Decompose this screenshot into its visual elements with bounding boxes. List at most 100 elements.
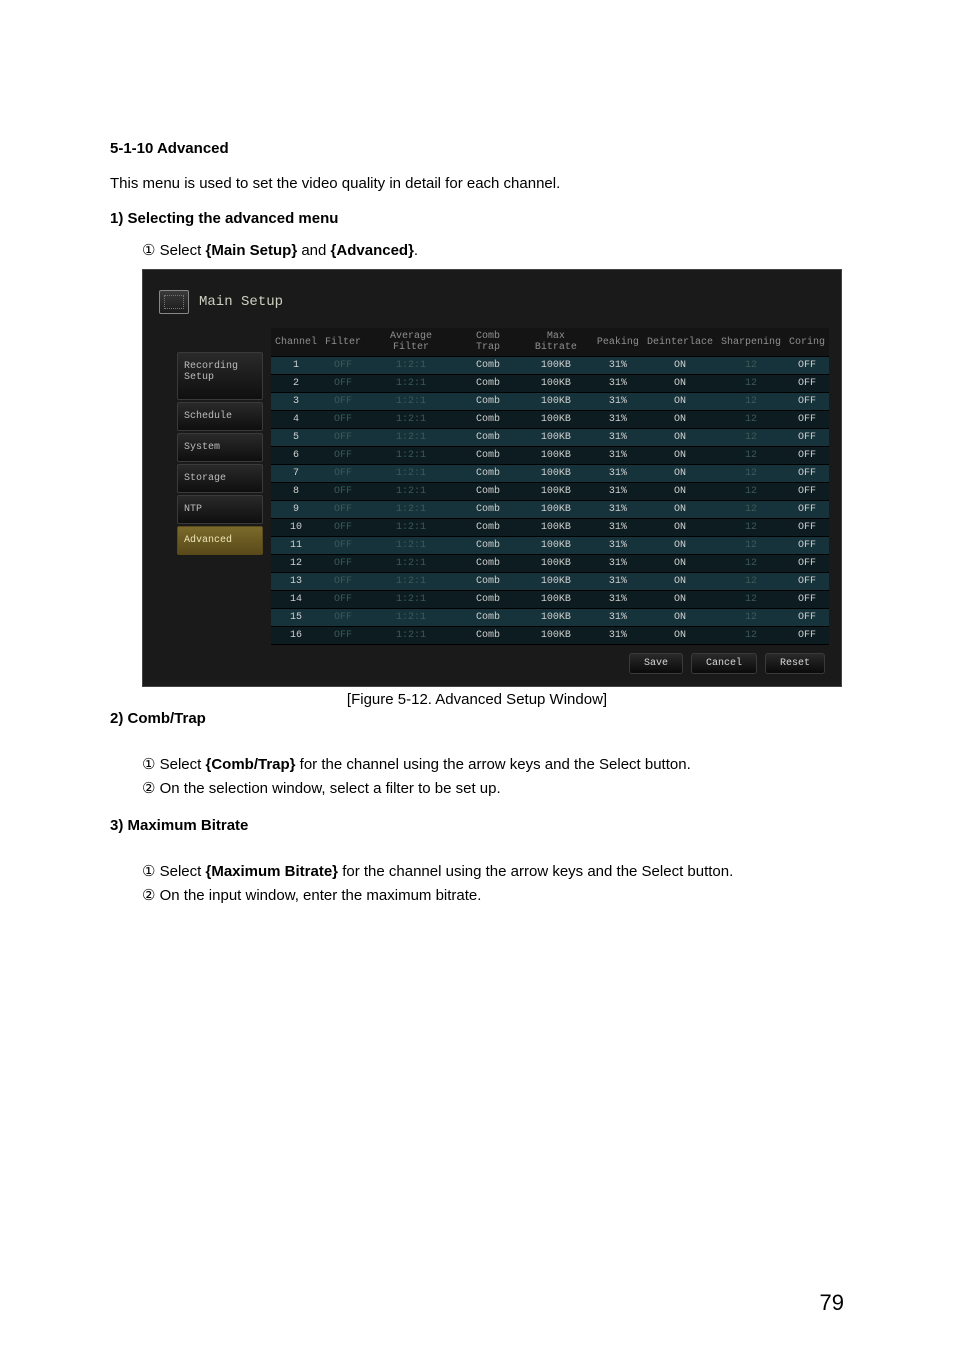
- cell-filter[interactable]: OFF: [321, 483, 365, 501]
- cell-peaking[interactable]: 31%: [593, 375, 643, 393]
- cell-filter[interactable]: OFF: [321, 465, 365, 483]
- cell-average-filter[interactable]: 1:2:1: [365, 357, 457, 375]
- cell-average-filter[interactable]: 1:2:1: [365, 609, 457, 627]
- save-button[interactable]: Save: [629, 653, 683, 674]
- cell-channel[interactable]: 16: [271, 627, 321, 645]
- cell-filter[interactable]: OFF: [321, 555, 365, 573]
- cell-average-filter[interactable]: 1:2:1: [365, 555, 457, 573]
- cell-max-bitrate[interactable]: 100KB: [519, 627, 593, 645]
- cell-average-filter[interactable]: 1:2:1: [365, 537, 457, 555]
- cell-peaking[interactable]: 31%: [593, 519, 643, 537]
- cell-deinterlace[interactable]: ON: [643, 429, 717, 447]
- cell-filter[interactable]: OFF: [321, 573, 365, 591]
- cell-peaking[interactable]: 31%: [593, 393, 643, 411]
- cell-peaking[interactable]: 31%: [593, 411, 643, 429]
- cell-channel[interactable]: 13: [271, 573, 321, 591]
- cell-filter[interactable]: OFF: [321, 357, 365, 375]
- cell-filter[interactable]: OFF: [321, 501, 365, 519]
- cell-max-bitrate[interactable]: 100KB: [519, 447, 593, 465]
- cell-filter[interactable]: OFF: [321, 627, 365, 645]
- cell-peaking[interactable]: 31%: [593, 447, 643, 465]
- cell-deinterlace[interactable]: ON: [643, 357, 717, 375]
- cell-coring[interactable]: OFF: [785, 591, 829, 609]
- cell-coring[interactable]: OFF: [785, 465, 829, 483]
- cell-comb-trap[interactable]: Comb: [457, 447, 519, 465]
- cell-peaking[interactable]: 31%: [593, 483, 643, 501]
- cell-filter[interactable]: OFF: [321, 393, 365, 411]
- cell-deinterlace[interactable]: ON: [643, 537, 717, 555]
- cell-comb-trap[interactable]: Comb: [457, 627, 519, 645]
- cell-average-filter[interactable]: 1:2:1: [365, 447, 457, 465]
- cell-average-filter[interactable]: 1:2:1: [365, 375, 457, 393]
- cell-coring[interactable]: OFF: [785, 573, 829, 591]
- cell-comb-trap[interactable]: Comb: [457, 465, 519, 483]
- cell-deinterlace[interactable]: ON: [643, 519, 717, 537]
- cell-deinterlace[interactable]: ON: [643, 573, 717, 591]
- cell-comb-trap[interactable]: Comb: [457, 411, 519, 429]
- cell-channel[interactable]: 1: [271, 357, 321, 375]
- cell-max-bitrate[interactable]: 100KB: [519, 591, 593, 609]
- cell-channel[interactable]: 11: [271, 537, 321, 555]
- cell-comb-trap[interactable]: Comb: [457, 537, 519, 555]
- cell-deinterlace[interactable]: ON: [643, 609, 717, 627]
- cell-max-bitrate[interactable]: 100KB: [519, 375, 593, 393]
- cell-channel[interactable]: 9: [271, 501, 321, 519]
- cell-average-filter[interactable]: 1:2:1: [365, 429, 457, 447]
- cell-channel[interactable]: 8: [271, 483, 321, 501]
- cell-sharpening[interactable]: 12: [717, 429, 785, 447]
- cell-max-bitrate[interactable]: 100KB: [519, 483, 593, 501]
- cell-sharpening[interactable]: 12: [717, 519, 785, 537]
- cell-filter[interactable]: OFF: [321, 537, 365, 555]
- cell-max-bitrate[interactable]: 100KB: [519, 573, 593, 591]
- tab-system[interactable]: System: [177, 433, 263, 462]
- cell-comb-trap[interactable]: Comb: [457, 375, 519, 393]
- cell-filter[interactable]: OFF: [321, 429, 365, 447]
- cell-coring[interactable]: OFF: [785, 555, 829, 573]
- cell-sharpening[interactable]: 12: [717, 609, 785, 627]
- cell-comb-trap[interactable]: Comb: [457, 573, 519, 591]
- cell-deinterlace[interactable]: ON: [643, 411, 717, 429]
- cell-coring[interactable]: OFF: [785, 519, 829, 537]
- cell-max-bitrate[interactable]: 100KB: [519, 465, 593, 483]
- cell-max-bitrate[interactable]: 100KB: [519, 537, 593, 555]
- cell-sharpening[interactable]: 12: [717, 411, 785, 429]
- cell-peaking[interactable]: 31%: [593, 591, 643, 609]
- cell-average-filter[interactable]: 1:2:1: [365, 573, 457, 591]
- tab-ntp[interactable]: NTP: [177, 495, 263, 524]
- cell-channel[interactable]: 7: [271, 465, 321, 483]
- cell-average-filter[interactable]: 1:2:1: [365, 627, 457, 645]
- cell-sharpening[interactable]: 12: [717, 537, 785, 555]
- cell-deinterlace[interactable]: ON: [643, 591, 717, 609]
- cell-max-bitrate[interactable]: 100KB: [519, 555, 593, 573]
- cell-sharpening[interactable]: 12: [717, 627, 785, 645]
- tab-storage[interactable]: Storage: [177, 464, 263, 493]
- cell-deinterlace[interactable]: ON: [643, 375, 717, 393]
- cell-coring[interactable]: OFF: [785, 447, 829, 465]
- cell-max-bitrate[interactable]: 100KB: [519, 609, 593, 627]
- cell-comb-trap[interactable]: Comb: [457, 501, 519, 519]
- cell-comb-trap[interactable]: Comb: [457, 609, 519, 627]
- cell-coring[interactable]: OFF: [785, 627, 829, 645]
- cell-deinterlace[interactable]: ON: [643, 483, 717, 501]
- cell-coring[interactable]: OFF: [785, 609, 829, 627]
- cell-deinterlace[interactable]: ON: [643, 501, 717, 519]
- cell-comb-trap[interactable]: Comb: [457, 555, 519, 573]
- cell-comb-trap[interactable]: Comb: [457, 429, 519, 447]
- cell-channel[interactable]: 6: [271, 447, 321, 465]
- cell-deinterlace[interactable]: ON: [643, 555, 717, 573]
- cell-sharpening[interactable]: 12: [717, 483, 785, 501]
- cell-comb-trap[interactable]: Comb: [457, 357, 519, 375]
- cell-sharpening[interactable]: 12: [717, 447, 785, 465]
- cell-average-filter[interactable]: 1:2:1: [365, 465, 457, 483]
- cell-sharpening[interactable]: 12: [717, 375, 785, 393]
- cell-channel[interactable]: 15: [271, 609, 321, 627]
- cell-filter[interactable]: OFF: [321, 375, 365, 393]
- cell-max-bitrate[interactable]: 100KB: [519, 357, 593, 375]
- cell-deinterlace[interactable]: ON: [643, 447, 717, 465]
- cell-average-filter[interactable]: 1:2:1: [365, 591, 457, 609]
- cell-max-bitrate[interactable]: 100KB: [519, 411, 593, 429]
- cell-sharpening[interactable]: 12: [717, 393, 785, 411]
- cancel-button[interactable]: Cancel: [691, 653, 757, 674]
- cell-peaking[interactable]: 31%: [593, 555, 643, 573]
- cell-sharpening[interactable]: 12: [717, 501, 785, 519]
